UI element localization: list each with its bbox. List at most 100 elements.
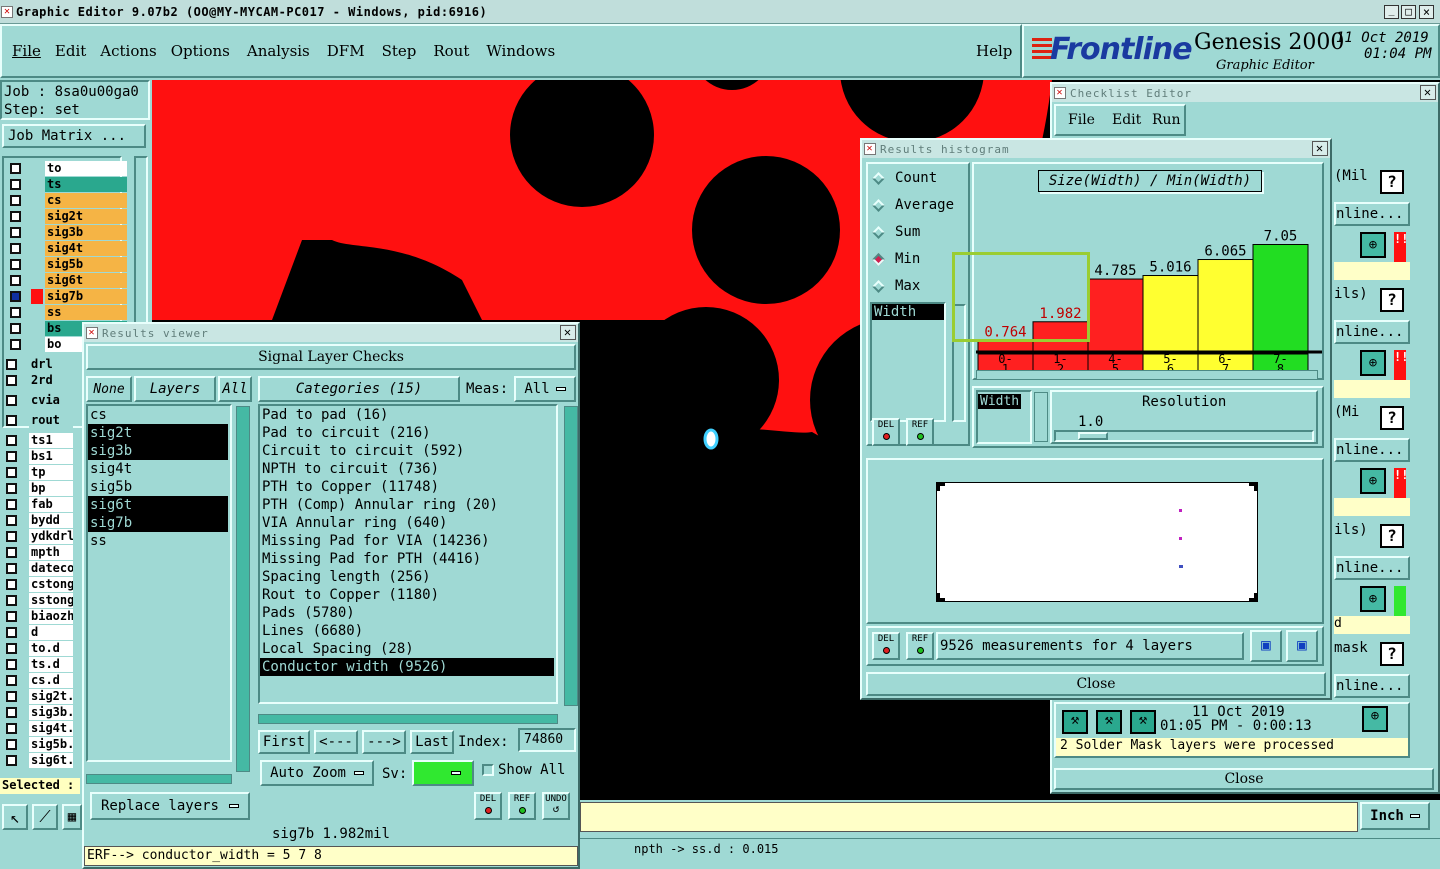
first-button[interactable]: First — [258, 730, 310, 754]
resolution-slider[interactable] — [1054, 430, 1314, 442]
mode-radio-min[interactable]: Min — [872, 251, 920, 267]
histogram-bar[interactable] — [1197, 259, 1254, 353]
mode-radio-average[interactable]: Average — [872, 197, 954, 213]
layer-checkbox[interactable] — [10, 274, 21, 286]
layer-result-item[interactable]: sig7b — [88, 514, 228, 532]
layers-button[interactable]: Layers — [134, 376, 216, 402]
category-item[interactable]: Pads (5780) — [260, 604, 554, 622]
categories-scrollbar[interactable] — [564, 406, 578, 706]
width-item[interactable]: Width — [978, 394, 1022, 409]
category-item[interactable]: Local Spacing (28) — [260, 640, 554, 658]
layer-row[interactable]: cs.d — [2, 672, 73, 688]
next-button[interactable]: ---> — [362, 730, 406, 754]
layer-checkbox[interactable] — [6, 706, 17, 718]
layer-checkbox[interactable] — [6, 578, 17, 590]
last-button[interactable]: Last — [410, 730, 454, 754]
checklist-close-button[interactable]: Close — [1054, 768, 1434, 790]
menu-step[interactable]: Step — [382, 42, 417, 60]
histogram-close-button[interactable]: Close — [866, 672, 1326, 696]
layer-checkbox[interactable] — [6, 594, 17, 606]
check-action-button[interactable]: nline... — [1334, 674, 1410, 698]
layer-row[interactable]: ts.d — [2, 656, 73, 672]
layer-checkbox[interactable] — [6, 562, 17, 574]
layer-row[interactable]: bydd — [2, 512, 73, 528]
layer-row[interactable]: sig5b. — [2, 736, 73, 752]
zoom-icon[interactable]: ⊕ — [1360, 350, 1386, 376]
mode-radio-sum[interactable]: Sum — [872, 224, 920, 240]
layer-row[interactable]: sig2t — [6, 208, 127, 224]
zoom-icon[interactable]: ⊕ — [1360, 586, 1386, 612]
width-scrollbar[interactable] — [1034, 392, 1048, 442]
layer-checkbox[interactable] — [6, 482, 17, 494]
layer-checkbox[interactable] — [6, 546, 17, 558]
meas-dropdown[interactable]: All — [514, 376, 576, 402]
layer-row[interactable]: sig7b — [6, 288, 127, 304]
select-tool-icon[interactable]: ↖ — [2, 804, 28, 830]
index-input[interactable]: 74860 — [518, 728, 576, 752]
layer-row[interactable]: biaozh — [2, 608, 73, 624]
chart-hscrollbar[interactable] — [976, 370, 1318, 380]
del-button[interactable]: DEL — [872, 418, 900, 446]
layer-checkbox[interactable] — [6, 626, 17, 638]
menu-analysis[interactable]: Analysis — [247, 42, 310, 60]
layer-result-item[interactable]: sig4t — [88, 460, 228, 478]
layer-checkbox[interactable] — [6, 358, 17, 370]
footer-ref-button[interactable]: REF — [906, 632, 934, 660]
layer-checkbox[interactable] — [6, 674, 17, 686]
run-icon[interactable]: ⚒ — [1062, 710, 1088, 734]
help-icon[interactable]: ? — [1380, 170, 1404, 194]
category-item[interactable]: Pad to pad (16) — [260, 406, 554, 424]
layer-row[interactable]: sstong — [2, 592, 73, 608]
layer-checkbox[interactable] — [6, 414, 17, 426]
layer-checkbox[interactable] — [6, 722, 17, 734]
layer-row[interactable]: fab — [2, 496, 73, 512]
help-icon[interactable]: ? — [1380, 524, 1404, 548]
layer-row[interactable]: 2rd — [2, 372, 73, 388]
layer-checkbox[interactable] — [6, 374, 17, 386]
category-item[interactable]: Pad to circuit (216) — [260, 424, 554, 442]
job-matrix-button[interactable]: Job Matrix ... — [2, 124, 146, 148]
layer-results-scrollbar[interactable] — [236, 406, 250, 772]
layer-row[interactable]: sig4t. — [2, 720, 73, 736]
menu-file[interactable]: File — [12, 42, 41, 60]
layer-result-item[interactable]: sig5b — [88, 478, 228, 496]
resolution-slider-handle[interactable] — [1078, 432, 1108, 440]
layer-checkbox[interactable] — [10, 322, 21, 334]
layer-row[interactable]: rout — [2, 412, 73, 428]
sv-color-dropdown[interactable] — [412, 760, 474, 786]
layer-checkbox[interactable] — [6, 530, 17, 542]
layer-checkbox[interactable] — [10, 226, 21, 238]
histogram-bar[interactable] — [1087, 278, 1144, 353]
viewer-close-icon[interactable]: ✕ — [560, 325, 576, 340]
layer-checkbox[interactable] — [6, 466, 17, 478]
layer-checkbox[interactable] — [6, 610, 17, 622]
histogram-bar[interactable] — [1142, 275, 1199, 353]
category-item[interactable]: Missing Pad for PTH (4416) — [260, 550, 554, 568]
layer-row[interactable]: ts1 — [2, 432, 73, 448]
layer-row[interactable]: to.d — [2, 640, 73, 656]
histogram-bar[interactable] — [977, 339, 1034, 353]
auto-zoom-dropdown[interactable]: Auto Zoom — [260, 760, 374, 786]
help-icon[interactable]: ? — [1380, 642, 1404, 666]
layer-row[interactable]: sig6t. — [2, 752, 73, 768]
show-all-checkbox[interactable] — [482, 764, 494, 776]
layer-result-item[interactable]: cs — [88, 406, 228, 424]
layer-checkbox[interactable] — [10, 194, 21, 206]
layer-row[interactable]: to — [6, 160, 127, 176]
ref-button[interactable]: REF — [906, 418, 934, 446]
layer-row[interactable]: datecod — [2, 560, 73, 576]
category-item[interactable]: Lines (6680) — [260, 622, 554, 640]
layer-checkbox[interactable] — [10, 290, 21, 302]
layer-row[interactable]: cvia — [2, 392, 73, 408]
zoom-icon[interactable]: ⊕ — [1360, 468, 1386, 494]
menu-rout[interactable]: Rout — [433, 42, 469, 60]
layer-checkbox[interactable] — [10, 338, 21, 350]
histogram-bar[interactable] — [1252, 243, 1309, 353]
layer-row[interactable]: sig2t. — [2, 688, 73, 704]
run-icon[interactable]: ⚒ — [1130, 710, 1156, 734]
grid-tool-icon[interactable]: ▦ — [62, 804, 82, 830]
checklist-close-icon[interactable]: ✕ — [1420, 85, 1436, 100]
mode-radio-max[interactable]: Max — [872, 278, 920, 294]
close-window-button[interactable]: × — [1419, 5, 1434, 19]
layer-row[interactable]: bs1 — [2, 448, 73, 464]
